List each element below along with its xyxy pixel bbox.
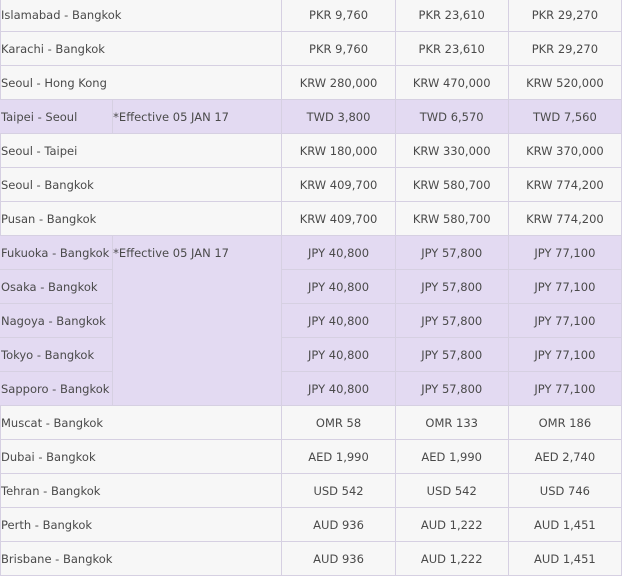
route-cell: Brisbane - Bangkok (0, 541, 283, 576)
fare-cell: JPY 77,100 (507, 269, 623, 304)
fare-cell: USD 542 (281, 473, 396, 508)
fare-cell: JPY 77,100 (507, 371, 623, 406)
fare-cell: USD 542 (394, 473, 509, 508)
fare-cell: JPY 40,800 (281, 371, 396, 406)
fare-cell: KRW 180,000 (281, 133, 396, 168)
route-cell: Fukuoka - Bangkok (0, 235, 114, 270)
fare-cell: JPY 57,800 (394, 235, 509, 270)
fare-cell: KRW 470,000 (394, 65, 509, 100)
table-row: Muscat - Bangkok OMR 58 OMR 133 OMR 186 (0, 405, 623, 440)
fare-cell: JPY 40,800 (281, 303, 396, 338)
fare-cell: AUD 1,451 (507, 507, 623, 542)
fare-cell: KRW 774,200 (507, 201, 623, 236)
fare-cell: AED 1,990 (394, 439, 509, 474)
fare-cell: JPY 57,800 (394, 371, 509, 406)
route-cell: Taipei - Seoul (0, 99, 114, 134)
fare-cell: JPY 77,100 (507, 235, 623, 270)
fare-cell: USD 746 (507, 473, 623, 508)
fare-cell: TWD 3,800 (281, 99, 396, 134)
fare-cell: JPY 57,800 (394, 303, 509, 338)
fare-cell: PKR 23,610 (394, 31, 509, 66)
table-row-highlighted: Fukuoka - Bangkok *Effective 05 JAN 17 J… (0, 235, 623, 406)
route-cell: Sapporo - Bangkok (0, 371, 114, 406)
fare-cell: AUD 936 (281, 541, 396, 576)
fare-cell: AUD 1,451 (507, 541, 623, 576)
fare-cell: KRW 774,200 (507, 167, 623, 202)
fare-cell: PKR 9,760 (281, 0, 396, 32)
table-row-highlighted: Osaka - Bangkok JPY 40,800 JPY 57,800 JP… (0, 269, 623, 304)
fare-cell: JPY 57,800 (394, 269, 509, 304)
table-row: Islamabad - Bangkok PKR 9,760 PKR 23,610… (0, 0, 623, 32)
fare-cell: KRW 580,700 (394, 201, 509, 236)
effective-date-note: *Effective 05 JAN 17 (112, 99, 283, 134)
fare-cell: JPY 77,100 (507, 337, 623, 372)
fare-cell: AUD 936 (281, 507, 396, 542)
table-row: Karachi - Bangkok PKR 9,760 PKR 23,610 P… (0, 31, 623, 66)
fare-cell: KRW 409,700 (281, 201, 396, 236)
route-cell: Perth - Bangkok (0, 507, 283, 542)
route-cell: Seoul - Bangkok (0, 167, 283, 202)
fare-cell: OMR 133 (394, 405, 509, 440)
fare-cell: KRW 520,000 (507, 65, 623, 100)
table-row: Seoul - Bangkok KRW 409,700 KRW 580,700 … (0, 167, 623, 202)
route-cell: Karachi - Bangkok (0, 31, 283, 66)
fare-cell: OMR 58 (281, 405, 396, 440)
fare-cell: PKR 29,270 (507, 31, 623, 66)
table-row-highlighted: Nagoya - Bangkok JPY 40,800 JPY 57,800 J… (0, 303, 623, 338)
route-cell: Pusan - Bangkok (0, 201, 283, 236)
table-row-highlighted: Taipei - Seoul *Effective 05 JAN 17 TWD … (0, 99, 623, 134)
route-cell: Islamabad - Bangkok (0, 0, 283, 32)
table-row: Tehran - Bangkok USD 542 USD 542 USD 746 (0, 473, 623, 508)
route-cell: Dubai - Bangkok (0, 439, 283, 474)
fare-cell: AUD 1,222 (394, 541, 509, 576)
fare-cell: AED 1,990 (281, 439, 396, 474)
fare-cell: TWD 7,560 (507, 99, 623, 134)
fare-cell: JPY 77,100 (507, 303, 623, 338)
table-row: Perth - Bangkok AUD 936 AUD 1,222 AUD 1,… (0, 507, 623, 542)
route-cell: Nagoya - Bangkok (0, 303, 114, 338)
fare-cell: AUD 1,222 (394, 507, 509, 542)
fare-cell: KRW 580,700 (394, 167, 509, 202)
route-cell: Seoul - Taipei (0, 133, 283, 168)
fare-cell: KRW 409,700 (281, 167, 396, 202)
effective-date-note: *Effective 05 JAN 17 (112, 235, 283, 406)
route-cell: Osaka - Bangkok (0, 269, 114, 304)
table-row: Seoul - Taipei KRW 180,000 KRW 330,000 K… (0, 133, 623, 168)
route-cell: Muscat - Bangkok (0, 405, 283, 440)
fare-cell: KRW 330,000 (394, 133, 509, 168)
table-row: Brisbane - Bangkok AUD 936 AUD 1,222 AUD… (0, 541, 623, 576)
fare-cell: JPY 40,800 (281, 269, 396, 304)
fare-cell: PKR 23,610 (394, 0, 509, 32)
table-row: Seoul - Hong Kong KRW 280,000 KRW 470,00… (0, 65, 623, 100)
fare-cell: TWD 6,570 (394, 99, 509, 134)
table-row: Dubai - Bangkok AED 1,990 AED 1,990 AED … (0, 439, 623, 474)
fare-cell: PKR 29,270 (507, 0, 623, 32)
route-cell: Seoul - Hong Kong (0, 65, 283, 100)
fare-cell: PKR 9,760 (281, 31, 396, 66)
table-row-highlighted: Sapporo - Bangkok JPY 40,800 JPY 57,800 … (0, 371, 623, 406)
fare-cell: JPY 40,800 (281, 235, 396, 270)
fare-cell: OMR 186 (507, 405, 623, 440)
route-cell: Tehran - Bangkok (0, 473, 283, 508)
fare-cell: KRW 370,000 (507, 133, 623, 168)
route-cell: Tokyo - Bangkok (0, 337, 114, 372)
fare-cell: AED 2,740 (507, 439, 623, 474)
fare-cell: KRW 280,000 (281, 65, 396, 100)
table-row: Pusan - Bangkok KRW 409,700 KRW 580,700 … (0, 201, 623, 236)
fare-cell: JPY 40,800 (281, 337, 396, 372)
fare-table: Islamabad - Bangkok PKR 9,760 PKR 23,610… (0, 0, 623, 576)
table-row-highlighted: Tokyo - Bangkok JPY 40,800 JPY 57,800 JP… (0, 337, 623, 372)
fare-cell: JPY 57,800 (394, 337, 509, 372)
